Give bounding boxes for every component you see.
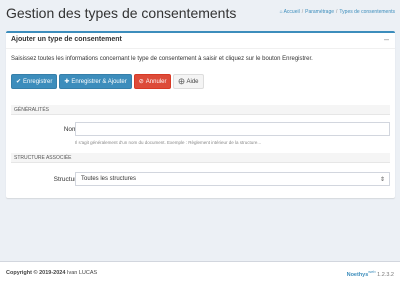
save-and-add-button[interactable]: ✚ Enregistrer & Ajouter — [59, 74, 132, 89]
save-and-add-button-label: Enregistrer & Ajouter — [71, 78, 127, 85]
help-button-label: Aide — [186, 78, 199, 85]
brand-version: Noethysweb 1.2.3.2 — [347, 269, 394, 278]
breadcrumb-separator: / — [336, 9, 338, 15]
updown-caret-icon: ⇕ — [379, 177, 385, 183]
brand-sup: web — [368, 269, 376, 274]
nom-input[interactable] — [75, 122, 390, 136]
section-general: GÉNÉRALITÉS — [11, 105, 390, 115]
structure-selected-value: Toutes les structures — [81, 176, 137, 182]
breadcrumb: ⌂ Accueil / Paramétrage / Types de conse… — [280, 9, 395, 15]
brand-name: Noethys — [346, 271, 369, 278]
page-header: Gestion des types de consentements ⌂ Acc… — [0, 0, 400, 30]
breadcrumb-parametrage[interactable]: Paramétrage — [305, 9, 334, 15]
page-title: Gestion des types de consentements — [6, 5, 237, 21]
version: 1.2.3.2 — [377, 271, 394, 278]
plus-icon: ✚ — [64, 79, 70, 85]
help-button[interactable]: ⨁ Aide — [173, 74, 204, 89]
structure-select[interactable]: Toutes les structures ⇕ — [75, 172, 390, 186]
check-icon: ✔ — [16, 79, 22, 85]
help-circle-icon: ⨁ — [178, 79, 185, 85]
breadcrumb-types[interactable]: Types de consentements — [339, 9, 395, 15]
home-icon: ⌂ — [279, 9, 283, 15]
breadcrumb-separator: / — [301, 9, 304, 15]
collapse-button[interactable]: – — [384, 35, 389, 44]
intro-text: Saisissez toutes les informations concer… — [11, 56, 313, 62]
copyright-label: Copyright © 2019-2024 — [6, 270, 66, 276]
save-button-label: Enregistrer — [23, 78, 53, 85]
breadcrumb-home[interactable]: Accueil — [284, 9, 300, 15]
copyright-owner: Ivan LUCAS — [66, 270, 98, 276]
box-title: Ajouter un type de consentement — [11, 36, 122, 43]
nom-help-text: Il s'agit généralement d'un nom du docum… — [75, 140, 262, 145]
footer: Copyright © 2019-2024 Ivan LUCAS Noethys… — [0, 261, 400, 282]
copyright: Copyright © 2019-2024 Ivan LUCAS — [6, 270, 97, 276]
ban-icon: ⊘ — [138, 79, 144, 85]
save-button[interactable]: ✔ Enregistrer — [11, 74, 58, 89]
action-buttons: ✔ Enregistrer ✚ Enregistrer & Ajouter ⊘ … — [11, 74, 204, 89]
cancel-button[interactable]: ⊘ Annuler — [133, 74, 172, 89]
cancel-button-label: Annuler — [145, 78, 167, 85]
section-structure: STRUCTURE ASSOCIÉE — [11, 153, 390, 163]
box-header: Ajouter un type de consentement – — [6, 33, 395, 49]
